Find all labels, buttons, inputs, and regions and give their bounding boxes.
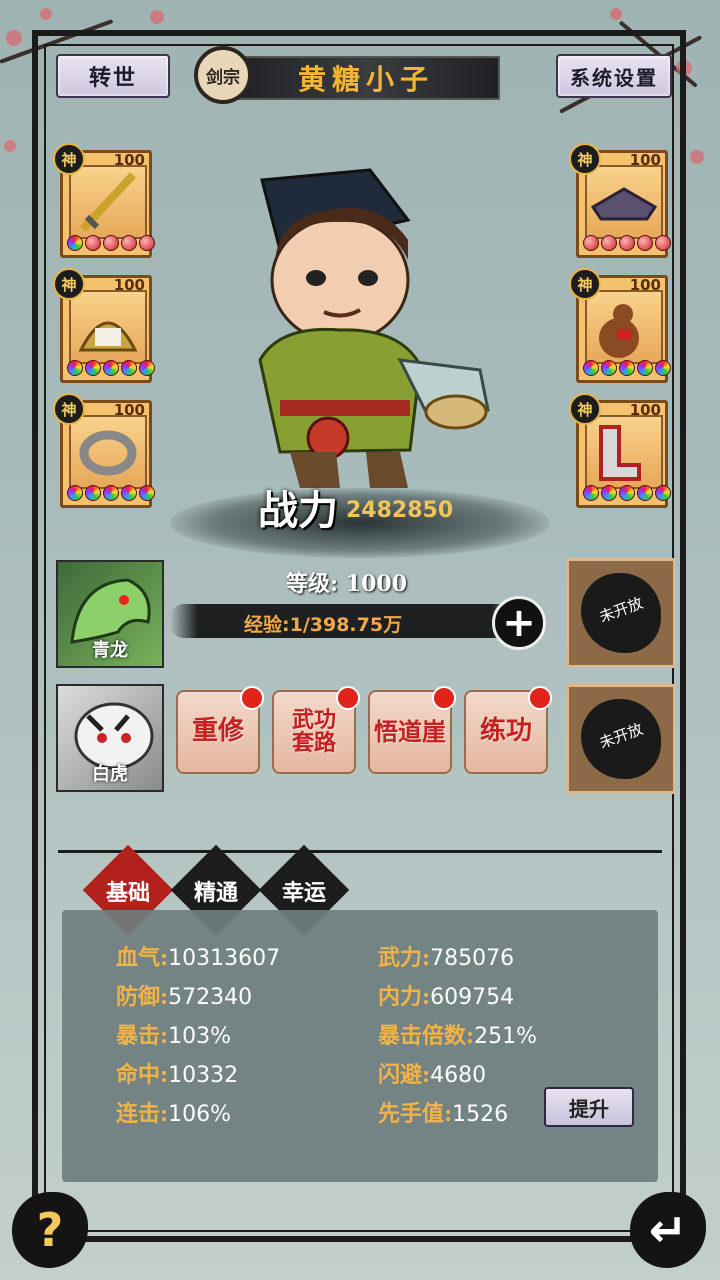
stat-crit: 暴击:103%: [116, 1023, 232, 1049]
divine-tier-badge: 神: [53, 143, 85, 175]
tab-mastery[interactable]: 精通: [171, 875, 261, 907]
add-exp-button[interactable]: +: [492, 596, 546, 650]
gem-row: [583, 360, 671, 376]
equip-level: 100: [113, 276, 145, 294]
sect-badge: 剑宗: [194, 46, 252, 104]
pet-slot-azure-dragon[interactable]: 青龙: [56, 560, 164, 668]
stat-defense: 防御:572340: [116, 984, 253, 1010]
tab-luck[interactable]: 幸运: [259, 875, 349, 907]
hero-character[interactable]: [220, 160, 510, 490]
stat-initiative: 先手值:1526: [378, 1101, 509, 1127]
locked-slot[interactable]: 未开放: [566, 684, 676, 794]
rebirth-button[interactable]: 转世: [56, 54, 170, 98]
action-label: 悟道崖: [374, 717, 446, 747]
blossom: [6, 30, 22, 46]
equip-slot-helmet[interactable]: 神 100: [53, 268, 155, 383]
settings-button[interactable]: 系统设置: [556, 54, 672, 98]
divine-tier-badge: 神: [569, 268, 601, 300]
equip-slot-sword[interactable]: 神 100: [53, 143, 155, 258]
stat-attack: 武力:785076: [378, 945, 515, 971]
stat-inner-force: 内力:609754: [378, 984, 515, 1010]
ring-icon: [69, 415, 147, 489]
stat-crit-multiplier: 暴击倍数:251%: [378, 1023, 538, 1049]
divine-tier-badge: 神: [569, 143, 601, 175]
martial-routine-button[interactable]: 武功套路: [272, 686, 360, 774]
question-icon: ?: [36, 1203, 64, 1257]
notification-dot: [336, 686, 360, 710]
equip-slot-boots[interactable]: 神 100: [569, 393, 671, 508]
blossom: [4, 140, 16, 152]
equip-level: 100: [629, 276, 661, 294]
equip-slot-ring[interactable]: 神 100: [53, 393, 155, 508]
equip-slot-gourd[interactable]: 神 100: [569, 268, 671, 383]
stat-hp: 血气:10313607: [116, 945, 281, 971]
pet-name: 白虎: [92, 764, 128, 785]
helmet-icon: [69, 290, 147, 364]
enlightenment-cliff-button[interactable]: 悟道崖: [368, 686, 456, 774]
divine-tier-badge: 神: [53, 268, 85, 300]
exp-text: 经验:1/398.75万: [244, 614, 403, 636]
divine-tier-badge: 神: [569, 393, 601, 425]
gem-row: [583, 235, 671, 251]
equip-level: 100: [629, 401, 661, 419]
gem-row: [67, 485, 155, 501]
blossom: [40, 8, 52, 20]
locked-slot[interactable]: 未开放: [566, 558, 676, 668]
equip-level: 100: [113, 151, 145, 169]
help-button[interactable]: ?: [12, 1192, 88, 1268]
pet-name: 青龙: [92, 640, 128, 661]
player-name-banner: 黄糖小子: [232, 56, 500, 100]
gourd-icon: [585, 290, 663, 364]
blossom: [150, 10, 164, 24]
action-label: 练功: [479, 716, 532, 747]
gem-row: [67, 360, 155, 376]
back-button[interactable]: ↵: [630, 1192, 706, 1268]
hat-icon: [585, 165, 663, 239]
blossom: [690, 150, 704, 164]
equip-level: 100: [113, 401, 145, 419]
stat-hit: 命中:10332: [116, 1062, 239, 1088]
back-arrow-icon: ↵: [648, 1203, 688, 1257]
section-divider: [58, 850, 662, 853]
gem-row: [67, 235, 155, 251]
divine-tier-badge: 神: [53, 393, 85, 425]
pet-slot-white-tiger[interactable]: 白虎: [56, 684, 164, 792]
action-label: 武功套路: [291, 706, 336, 756]
notification-dot: [240, 686, 264, 710]
boots-icon: [585, 415, 663, 489]
level-text: 等级: 1000: [286, 571, 408, 597]
sword-icon: [69, 165, 147, 239]
equip-level: 100: [629, 151, 661, 169]
blossom: [610, 8, 622, 20]
equip-slot-hat[interactable]: 神 100: [569, 143, 671, 258]
tab-basic[interactable]: 基础: [83, 875, 173, 907]
power-value: 2482850: [346, 498, 454, 523]
retrain-button[interactable]: 重修: [176, 686, 264, 774]
stat-dodge: 闪避:4680: [378, 1062, 487, 1088]
notification-dot: [528, 686, 552, 710]
practice-button[interactable]: 练功: [464, 686, 552, 774]
notification-dot: [432, 686, 456, 710]
power-label: 战力: [258, 487, 338, 534]
action-label: 重修: [191, 716, 244, 747]
stat-combo: 连击:106%: [116, 1101, 232, 1127]
gem-row: [583, 485, 671, 501]
upgrade-button[interactable]: 提升: [544, 1087, 634, 1127]
